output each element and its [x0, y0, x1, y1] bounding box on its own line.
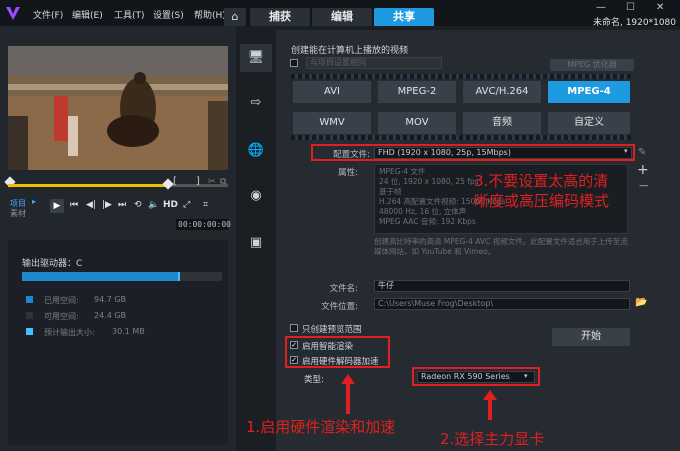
menu-file[interactable]: 文件(F)	[33, 8, 63, 21]
profile-dropdown-arrow[interactable]: ▾	[624, 147, 628, 155]
start-button[interactable]: 开始	[552, 328, 630, 346]
aspect-icon[interactable]: ⌗	[203, 200, 208, 210]
snapshot-icon[interactable]: ⧉	[220, 177, 226, 187]
edit-profile-icon[interactable]: ✎	[638, 147, 646, 158]
computer-icon[interactable]: 🖥	[247, 49, 265, 67]
preview-range-checkbox[interactable]	[290, 324, 298, 332]
tab-edit[interactable]: 编辑	[312, 8, 372, 26]
browse-folder-icon[interactable]: 📂	[635, 297, 647, 308]
annotation-step3-line1: 3.不要设置太高的清	[474, 172, 609, 190]
timecode-display[interactable]: 00:00:00:00	[176, 219, 231, 230]
preview-range-label: 只创建预览范围	[302, 325, 362, 335]
menu-edit[interactable]: 编辑(E)	[72, 8, 103, 21]
arrow-to-hardware-icon	[341, 374, 355, 414]
estimated-size-value: 30.1 MB	[112, 327, 145, 336]
repeat-icon[interactable]: ⟲	[134, 200, 142, 210]
mpeg-optimizer-button[interactable]: MPEG 优化器	[550, 59, 634, 71]
filename-label: 文件名:	[329, 284, 358, 294]
profile-description: 创建高比特率的高清 MPEG-4 AVC 视频文件。此配置文件适合用于上传至流媒…	[374, 237, 628, 256]
menu-tools[interactable]: 工具(T)	[114, 8, 145, 21]
format-mov[interactable]: MOV	[378, 112, 456, 134]
format-avi[interactable]: AVI	[293, 81, 371, 103]
next-frame-icon[interactable]: |▶	[102, 200, 112, 210]
gpu-dropdown[interactable]: Radeon RX 590 Series	[417, 371, 535, 383]
tab-share[interactable]: 共享	[374, 8, 434, 26]
smart-render-checkbox[interactable]: ✓	[290, 341, 298, 349]
hw-decoder-checkbox[interactable]: ✓	[290, 356, 298, 364]
arrow-to-gpu-icon	[483, 390, 497, 420]
menu-help[interactable]: 帮助(H)	[194, 8, 226, 21]
app-logo	[6, 7, 20, 20]
mark-out-icon[interactable]: ]	[196, 176, 200, 187]
estimated-size-label: 预计输出大小:	[44, 328, 95, 337]
disk-usage-fill	[22, 272, 178, 281]
remove-profile-icon[interactable]: −	[638, 178, 650, 194]
fullscreen-icon[interactable]: ⤢	[183, 200, 190, 210]
format-wmv[interactable]: WMV	[293, 112, 371, 134]
go-end-icon[interactable]: ⏭	[118, 200, 126, 210]
format-strip-bottom	[291, 135, 631, 140]
format-audio[interactable]: 音频	[463, 112, 541, 134]
format-mpeg4[interactable]: MPEG-4	[548, 81, 630, 103]
share-heading: 创建能在计算机上播放的视频	[291, 46, 409, 56]
title-bar: 文件(F) 编辑(E) 工具(T) 设置(S) 帮助(H) ⌂ 捕获 编辑 共享…	[0, 0, 680, 28]
format-custom[interactable]: 自定义	[548, 112, 630, 134]
filename-input[interactable]: 牛仔	[374, 280, 630, 292]
format-strip-top	[291, 74, 631, 79]
project-name: 未命名, 1920*1080	[592, 18, 676, 28]
play-button[interactable]: ▶	[50, 199, 64, 213]
clip-mode-label[interactable]: 素材	[10, 208, 26, 219]
maximize-icon[interactable]: ☐	[626, 2, 635, 13]
add-profile-icon[interactable]: +	[637, 162, 649, 178]
properties-label: 属性:	[338, 168, 358, 178]
format-avc-h264[interactable]: AVC/H.264	[463, 81, 541, 103]
close-icon[interactable]: ✕	[656, 2, 664, 13]
video-frame-image	[8, 46, 228, 170]
gpu-type-label: 类型:	[304, 375, 324, 385]
annotation-step1: 1.启用硬件渲染和加速	[246, 418, 396, 436]
same-as-project-checkbox[interactable]	[290, 59, 298, 67]
menu-settings[interactable]: 设置(S)	[153, 8, 184, 21]
smart-render-label: 启用智能渲染	[302, 342, 354, 352]
free-space-label: 可用空间:	[44, 312, 79, 321]
prev-frame-icon[interactable]: ◀|	[86, 200, 96, 210]
output-drive-label: 输出驱动器：C	[22, 259, 83, 269]
video-preview[interactable]	[8, 46, 228, 170]
free-space-value: 24.4 GB	[94, 311, 127, 320]
device-icon[interactable]: ⇨	[247, 94, 265, 112]
tab-capture[interactable]: 捕获	[250, 8, 310, 26]
annotation-step3-line2: 晰度或高压编码模式	[474, 192, 610, 210]
file-location-label: 文件位置:	[321, 302, 358, 312]
gpu-dropdown-arrow[interactable]: ▾	[524, 372, 528, 380]
same-as-project-dropdown[interactable]: 与项目设置相同	[306, 57, 442, 69]
annotation-step2: 2.选择主力显卡	[440, 430, 545, 448]
3d-icon[interactable]: ▣	[247, 234, 265, 252]
home-icon[interactable]: ⌂	[224, 8, 246, 26]
property-line: MPEG AAC 音频: 192 Kbps	[379, 217, 476, 226]
profile-label: 配置文件:	[333, 150, 370, 160]
hd-toggle[interactable]: HD	[163, 200, 178, 210]
disk-usage-bar	[22, 272, 222, 281]
minimize-icon[interactable]: —	[596, 2, 606, 13]
profile-dropdown[interactable]: FHD (1920 x 1080, 25p, 15Mbps)	[374, 147, 632, 159]
format-mpeg2[interactable]: MPEG-2	[378, 81, 456, 103]
volume-icon[interactable]: 🔈	[148, 200, 159, 210]
output-drive-panel	[8, 240, 228, 445]
web-icon[interactable]: 🌐	[247, 142, 265, 160]
disk-usage-marker	[178, 272, 180, 281]
mode-dropdown-icon[interactable]: ▸	[32, 197, 36, 206]
mark-in-icon[interactable]: [	[173, 176, 177, 187]
disc-icon[interactable]: ◉	[247, 187, 265, 205]
used-space-label: 已用空间:	[44, 296, 79, 305]
cut-icon[interactable]: ✂	[208, 177, 216, 187]
hw-decoder-label: 启用硬件解码器加速	[302, 357, 379, 367]
go-start-icon[interactable]: ⏮	[70, 200, 78, 210]
used-space-value: 94.7 GB	[94, 295, 127, 304]
file-location-input[interactable]: C:\Users\Muse Frog\Desktop\	[374, 298, 630, 310]
timeline-played[interactable]	[8, 184, 168, 187]
